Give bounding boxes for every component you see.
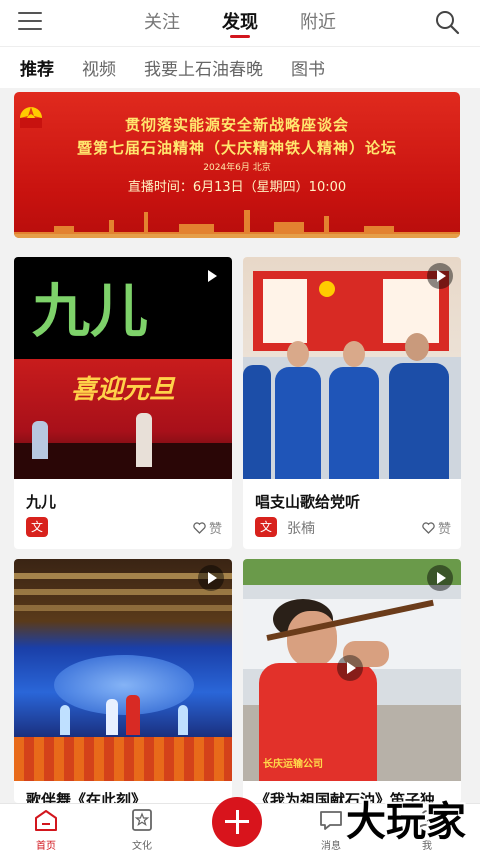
video-card[interactable]: 唱支山歌给党听 文 张楠 赞 (243, 257, 461, 549)
play-icon (198, 263, 224, 289)
video-thumbnail: 九儿 喜迎元旦 (14, 257, 232, 479)
card-meta: 文 赞 (26, 517, 222, 537)
nav-home[interactable]: 首页 (16, 808, 76, 852)
category-tabs: 推荐 视频 我要上石油春晚 图书 (0, 46, 480, 88)
heart-icon (422, 521, 435, 534)
article-badge: 文 (26, 517, 48, 537)
banner-title-line2: 暨第七届石油精神（大庆精神铁人精神）论坛 (76, 139, 397, 157)
author-name[interactable]: 张楠 (287, 518, 315, 538)
thumbnail-overlay: 喜迎元旦 (70, 375, 175, 405)
card-meta: 文 张楠 赞 (255, 517, 451, 537)
industrial-skyline-illustration (14, 210, 460, 238)
culture-icon (132, 809, 152, 831)
banner-date: 2024年6月 北京 (203, 163, 271, 173)
center-play-icon (337, 655, 363, 681)
like-button[interactable]: 赞 (422, 518, 451, 537)
video-card[interactable]: 九儿 喜迎元旦 九儿 文 赞 (14, 257, 232, 549)
heart-icon (193, 521, 206, 534)
create-post-button[interactable] (212, 797, 262, 847)
video-card[interactable]: 长庆运输公司 《我为祖国献石油》笛子独 (243, 559, 461, 803)
tab-follow[interactable]: 关注 (144, 0, 180, 46)
top-tabs: 关注 发现 附近 (0, 0, 480, 46)
promo-banner[interactable]: 贯彻落实能源安全新战略座谈会 暨第七届石油精神（大庆精神铁人精神）论坛 2024… (14, 92, 460, 238)
thumbnail-text: 九儿 (32, 277, 149, 345)
video-thumbnail (14, 559, 232, 781)
card-title: 歌伴舞《在此刻》 (26, 791, 147, 803)
banner-title-line1: 贯彻落实能源安全新战略座谈会 (124, 116, 349, 134)
nav-home-label: 首页 (36, 841, 56, 852)
play-icon (427, 263, 453, 289)
tab-recommend[interactable]: 推荐 (20, 55, 54, 80)
top-bar: 关注 发现 附近 (0, 0, 480, 46)
play-icon (198, 565, 224, 591)
play-icon (427, 565, 453, 591)
tab-discover[interactable]: 发现 (222, 0, 258, 46)
tab-spring-gala[interactable]: 我要上石油春晚 (144, 55, 263, 80)
thumbnail-text: 长庆运输公司 (263, 759, 323, 770)
tab-books[interactable]: 图书 (291, 55, 325, 80)
like-label: 赞 (437, 522, 451, 537)
banner-time: 直播时间：6月13日（星期四）10:00 (127, 180, 347, 195)
nav-culture-label: 文化 (132, 841, 152, 852)
tab-video[interactable]: 视频 (82, 55, 116, 80)
video-card[interactable]: 歌伴舞《在此刻》 (14, 559, 232, 803)
video-thumbnail: 长庆运输公司 (243, 559, 461, 781)
card-title: 唱支山歌给党听 (255, 493, 361, 511)
article-badge: 文 (255, 517, 277, 537)
like-button[interactable]: 赞 (193, 518, 222, 537)
search-icon[interactable] (434, 9, 460, 35)
tab-nearby[interactable]: 附近 (300, 0, 336, 46)
video-thumbnail (243, 257, 461, 479)
like-label: 赞 (208, 522, 222, 537)
watermark: 大玩家 (346, 798, 466, 845)
card-title: 九儿 (26, 493, 57, 511)
message-icon (320, 811, 342, 830)
nav-culture[interactable]: 文化 (112, 808, 172, 852)
home-icon (35, 810, 57, 831)
